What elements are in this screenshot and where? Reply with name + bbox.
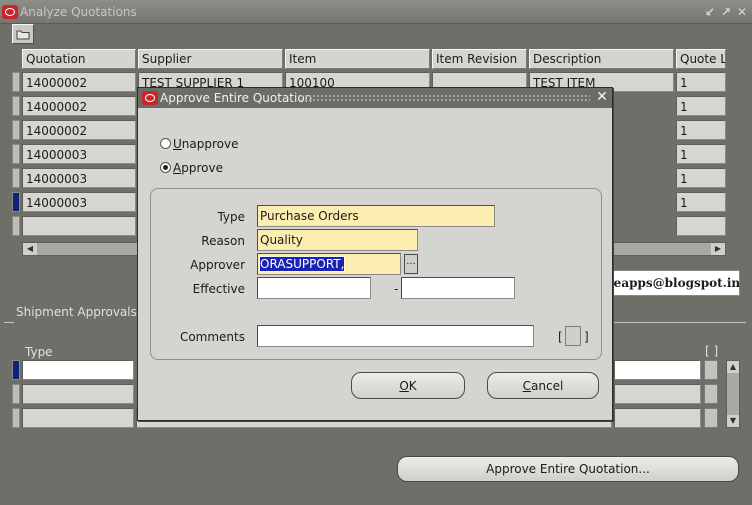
ok-button[interactable]: OK (351, 372, 465, 399)
effective-to-field[interactable] (401, 277, 515, 299)
approve-text: pprove (181, 161, 223, 175)
oracle-logo-icon (2, 5, 18, 19)
cell-quote-line[interactable]: 1 (676, 72, 726, 92)
cell-quote-line[interactable]: 1 (676, 168, 726, 188)
cell-quotation[interactable] (22, 216, 136, 236)
unapprove-label[interactable]: Unapprove (173, 137, 239, 151)
cell-quotation[interactable]: 14000002 (22, 96, 136, 116)
list-of-values-button[interactable]: ... (404, 254, 418, 274)
cell-quotation[interactable]: 14000002 (22, 72, 136, 92)
col-header-quotation[interactable]: Quotation (22, 49, 136, 69)
row-indicator[interactable] (12, 144, 20, 164)
cell-quotation[interactable]: 14000002 (22, 120, 136, 140)
section-divider (613, 322, 746, 323)
unapprove-radio[interactable] (160, 138, 171, 149)
effective-separator: - (394, 282, 399, 296)
type-field[interactable]: Purchase Orders (257, 205, 495, 227)
cancel-text: ancel (531, 379, 564, 393)
approve-radio[interactable] (160, 162, 171, 173)
row-indicator[interactable] (12, 168, 20, 188)
cell-quote-line[interactable]: 1 (676, 120, 726, 140)
shipment-checkbox[interactable] (704, 384, 718, 404)
vertical-scrollbar[interactable]: ▲ ▼ (726, 360, 740, 428)
col-header-supplier[interactable]: Supplier (138, 49, 283, 69)
ok-text: K (408, 379, 417, 393)
window-title: Analyze Quotations (20, 5, 137, 19)
scroll-left-icon[interactable]: ◀ (23, 243, 37, 255)
comments-editor-button[interactable] (565, 326, 581, 346)
ok-mnemonic: O (399, 379, 409, 393)
shipment-approvals-title: Shipment Approvals (16, 305, 137, 319)
approver-value: ORASUPPORT, (258, 256, 346, 272)
close-window-icon[interactable]: ✕ (735, 5, 749, 19)
folder-icon (16, 30, 30, 40)
reason-field[interactable]: Quality (257, 229, 418, 251)
shipment-checkbox[interactable] (704, 360, 718, 380)
shipment-type-cell[interactable] (22, 360, 134, 380)
dialog-title: Approve Entire Quotation (160, 91, 313, 105)
dialog-close-icon[interactable]: ✕ (594, 89, 610, 105)
approve-dialog: Approve Entire Quotation ✕ Unapprove App… (137, 87, 613, 421)
shipment-cell[interactable] (614, 360, 701, 380)
shipment-checkbox[interactable] (704, 408, 718, 428)
approve-mnemonic: A (173, 161, 182, 175)
title-drag-pattern (300, 94, 590, 102)
row-indicator-current[interactable] (12, 360, 20, 380)
cell-quotation[interactable]: 14000003 (22, 192, 136, 212)
row-indicator[interactable] (12, 384, 20, 404)
cell-quotation[interactable]: 14000003 (22, 168, 136, 188)
bracket-right: ] (584, 330, 589, 344)
type-label: Type (217, 210, 245, 224)
row-indicator[interactable] (12, 72, 20, 92)
row-indicator[interactable] (12, 96, 20, 116)
col-header-item-revision[interactable]: Item Revision (432, 49, 527, 69)
cell-quotation[interactable]: 14000003 (22, 144, 136, 164)
cell-quote-line[interactable] (676, 216, 726, 236)
approve-entire-quotation-button[interactable]: Approve Entire Quotation... (397, 456, 739, 482)
effective-from-field[interactable] (257, 277, 371, 299)
scroll-right-icon[interactable]: ▶ (711, 243, 725, 255)
unapprove-text: napprove (181, 137, 239, 151)
oracle-logo-icon (142, 91, 158, 105)
comments-field[interactable] (257, 325, 534, 347)
shipment-type-cell[interactable] (22, 384, 134, 404)
window-title-bar: Analyze Quotations ↙ ↗ ✕ (0, 0, 752, 24)
scroll-down-icon[interactable]: ▼ (727, 415, 739, 427)
minimize-icon[interactable]: ↙ (703, 5, 717, 19)
col-header-description[interactable]: Description (529, 49, 674, 69)
approver-label: Approver (190, 258, 245, 272)
reason-label: Reason (201, 234, 245, 248)
unapprove-mnemonic: U (173, 137, 182, 151)
col-header-item[interactable]: Item (285, 49, 430, 69)
cell-quote-line[interactable]: 1 (676, 144, 726, 164)
row-indicator[interactable] (12, 408, 20, 428)
col-header-quote-line[interactable]: Quote L (676, 49, 726, 69)
row-indicator[interactable] (12, 120, 20, 140)
scroll-up-icon[interactable]: ▲ (727, 361, 739, 373)
row-indicator-current[interactable] (12, 192, 20, 212)
cancel-button[interactable]: Cancel (487, 372, 599, 399)
cell-quote-line[interactable]: 1 (676, 192, 726, 212)
section-divider (4, 322, 14, 323)
maximize-icon[interactable]: ↗ (719, 5, 733, 19)
bracket-left: [ (558, 330, 563, 344)
shipment-bracket: [ ] (705, 344, 719, 358)
approve-label[interactable]: Approve (173, 161, 223, 175)
shipment-type-header: Type (25, 345, 53, 359)
cell-quote-line[interactable]: 1 (676, 96, 726, 116)
comments-label: Comments (179, 330, 245, 344)
shipment-type-cell[interactable] (22, 408, 134, 428)
shipment-cell[interactable] (614, 384, 701, 404)
row-indicator[interactable] (12, 216, 20, 236)
folder-tool-button[interactable] (12, 24, 34, 44)
dialog-title-bar[interactable]: Approve Entire Quotation ✕ (138, 88, 612, 108)
approver-field[interactable]: ORASUPPORT, (257, 253, 401, 275)
shipment-cell[interactable] (614, 408, 701, 428)
effective-label: Effective (192, 282, 245, 296)
cancel-mnemonic: C (522, 379, 532, 393)
